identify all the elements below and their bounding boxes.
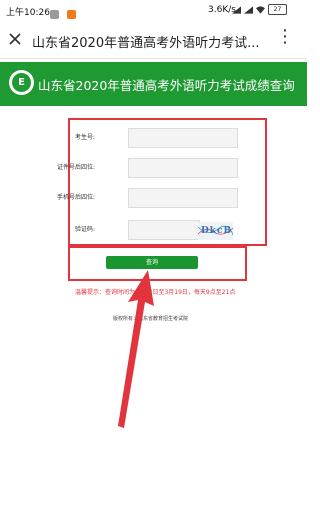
captcha-label: 验证码:: [74, 226, 95, 233]
logo-mark: E: [12, 73, 31, 92]
signal-icon: [232, 5, 241, 14]
id-last4-input[interactable]: [128, 158, 238, 178]
captcha-input[interactable]: [128, 220, 200, 240]
status-bar: 上午10:26 3.6K/s 27: [0, 0, 307, 20]
page-title: 山东省2020年普通高考外语听力考试...: [32, 36, 260, 51]
captcha-text: DkcB: [201, 226, 233, 236]
battery-icon: 27: [268, 4, 287, 15]
status-time: 上午10:26: [6, 8, 50, 18]
wifi-icon: [256, 5, 265, 14]
exam-number-input[interactable]: [128, 128, 238, 148]
phone-last4-input[interactable]: [128, 188, 238, 208]
query-button[interactable]: 查询: [106, 256, 198, 269]
status-icons: 27: [232, 4, 287, 15]
copyright-text: 版权所有：山东省教育招生考试院: [113, 316, 189, 322]
query-time-tip: 温馨提示：查询时间为3月12日至3月19日，每天9点至21点: [75, 289, 236, 296]
exam-number-label: 考生号:: [74, 134, 95, 141]
logo: E: [9, 70, 34, 95]
captcha-image[interactable]: DkcB: [198, 222, 233, 240]
notification-icons: [50, 4, 77, 23]
signal-icon-2: [244, 5, 253, 14]
banner-title: 山东省2020年普通高考外语听力考试成绩查询: [38, 78, 295, 93]
more-icon[interactable]: ⋮: [276, 26, 294, 47]
phone-last4-label: 手机号后四位:: [56, 194, 95, 201]
id-last4-label: 证件号后四位:: [56, 164, 95, 171]
header-banner: E 山东省2020年普通高考外语听力考试成绩查询: [0, 62, 307, 106]
close-icon[interactable]: [6, 30, 24, 48]
app-notification-icon: [67, 10, 77, 19]
title-bar: 山东省2020年普通高考外语听力考试... ⋮: [0, 22, 307, 59]
message-icon: [50, 10, 59, 19]
